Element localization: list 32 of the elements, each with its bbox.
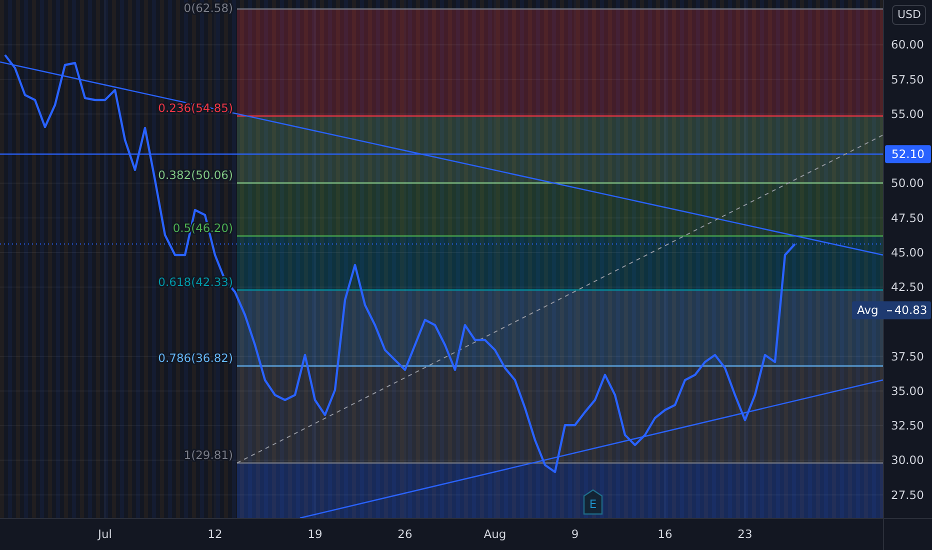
price-axis-label: 57.50 xyxy=(891,72,924,86)
price-axis-label: 50.00 xyxy=(891,176,924,190)
price-axis-label: 47.50 xyxy=(891,210,924,225)
price-axis-label: 60.00 xyxy=(891,38,924,52)
time-axis-label: 12 xyxy=(208,527,222,541)
trend-line[interactable] xyxy=(300,379,884,519)
dashed-line[interactable] xyxy=(236,134,884,464)
price-axis-label: 35.00 xyxy=(891,384,924,398)
horizontal-line[interactable] xyxy=(0,154,883,155)
price-axis-label: 45.00 xyxy=(891,246,924,260)
price-axis-label: 55.00 xyxy=(891,107,924,121)
time-axis-label: 26 xyxy=(398,527,412,541)
time-axis-label: 19 xyxy=(308,527,322,541)
time-axis-label: Jul xyxy=(98,527,112,541)
price-axis-label: 30.00 xyxy=(891,453,924,468)
price-axis-label: 37.50 xyxy=(891,349,924,364)
time-axis-label: 23 xyxy=(738,527,752,541)
price-tag: 52.10 xyxy=(885,145,931,164)
fib-level-label: 0(62.58) xyxy=(184,1,233,15)
price-axis-label: 42.50 xyxy=(891,280,924,294)
price-axis-label: 32.50 xyxy=(891,418,924,433)
price-axis-label: 27.50 xyxy=(891,488,924,502)
time-axis-label: 9 xyxy=(571,527,579,541)
time-axis-label: Aug xyxy=(484,527,506,541)
currency-button[interactable]: USD xyxy=(892,5,926,25)
fib-level-label: 1(29.81) xyxy=(184,448,233,462)
fib-level-label: 0.382(50.06) xyxy=(158,168,233,182)
time-axis-label: 16 xyxy=(658,527,672,541)
trend-line[interactable] xyxy=(0,61,884,256)
average-price-tag: Avg 40.83 xyxy=(852,301,931,320)
fib-level-label: 0.786(36.82) xyxy=(158,351,233,365)
earnings-marker[interactable]: E xyxy=(583,489,603,515)
